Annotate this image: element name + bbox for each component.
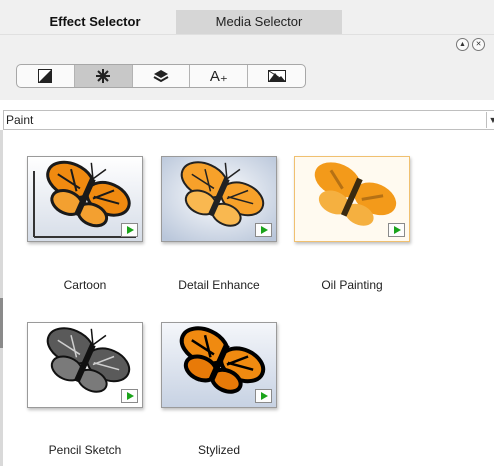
tab-divider xyxy=(0,34,494,35)
effect-tile-cartoon[interactable] xyxy=(27,156,143,242)
text-plus-button[interactable]: A₊ xyxy=(190,65,249,87)
play-preview-icon[interactable] xyxy=(121,389,138,403)
play-preview-icon[interactable] xyxy=(388,223,405,237)
effect-label-detail-enhance: Detail Enhance xyxy=(178,278,260,292)
resize-handle[interactable] xyxy=(0,298,3,348)
tab-effect-selector[interactable]: Effect Selector xyxy=(14,10,176,34)
effect-tile-oil-painting[interactable] xyxy=(294,156,410,242)
close-circle-icon[interactable]: ✕ xyxy=(472,38,485,51)
play-preview-icon[interactable] xyxy=(121,223,138,237)
effect-label-cartoon: Cartoon xyxy=(63,278,107,292)
effect-tile-pencil-sketch[interactable] xyxy=(27,322,143,408)
starburst-button[interactable] xyxy=(74,65,133,87)
effect-label-stylized: Stylized xyxy=(197,443,241,457)
chevron-down-icon[interactable]: ▼ xyxy=(486,112,494,128)
square-diagonal-icon xyxy=(38,69,53,83)
image-x-icon xyxy=(267,70,286,82)
play-preview-icon[interactable] xyxy=(255,389,272,403)
category-dropdown-value: Paint xyxy=(6,113,34,127)
image-x-button[interactable] xyxy=(248,65,305,87)
text-plus-icon: A₊ xyxy=(209,67,228,85)
category-dropdown[interactable]: Paint ▼ xyxy=(3,110,494,130)
layers-button[interactable] xyxy=(133,65,191,87)
effect-label-oil-painting: Oil Painting xyxy=(321,278,383,292)
starburst-icon xyxy=(96,69,111,83)
effect-label-pencil-sketch: Pencil Sketch xyxy=(48,443,122,457)
chevron-up-circle-icon[interactable]: ▲ xyxy=(456,38,469,51)
effect-category-toolbar: A₊ xyxy=(16,64,306,88)
tab-media-selector[interactable]: Media Selector xyxy=(176,10,342,34)
square-diagonal-button[interactable] xyxy=(17,65,75,87)
effect-tile-stylized[interactable] xyxy=(161,322,277,408)
play-preview-icon[interactable] xyxy=(255,223,272,237)
layers-icon xyxy=(153,70,169,83)
effect-tile-detail-enhance[interactable] xyxy=(161,156,277,242)
